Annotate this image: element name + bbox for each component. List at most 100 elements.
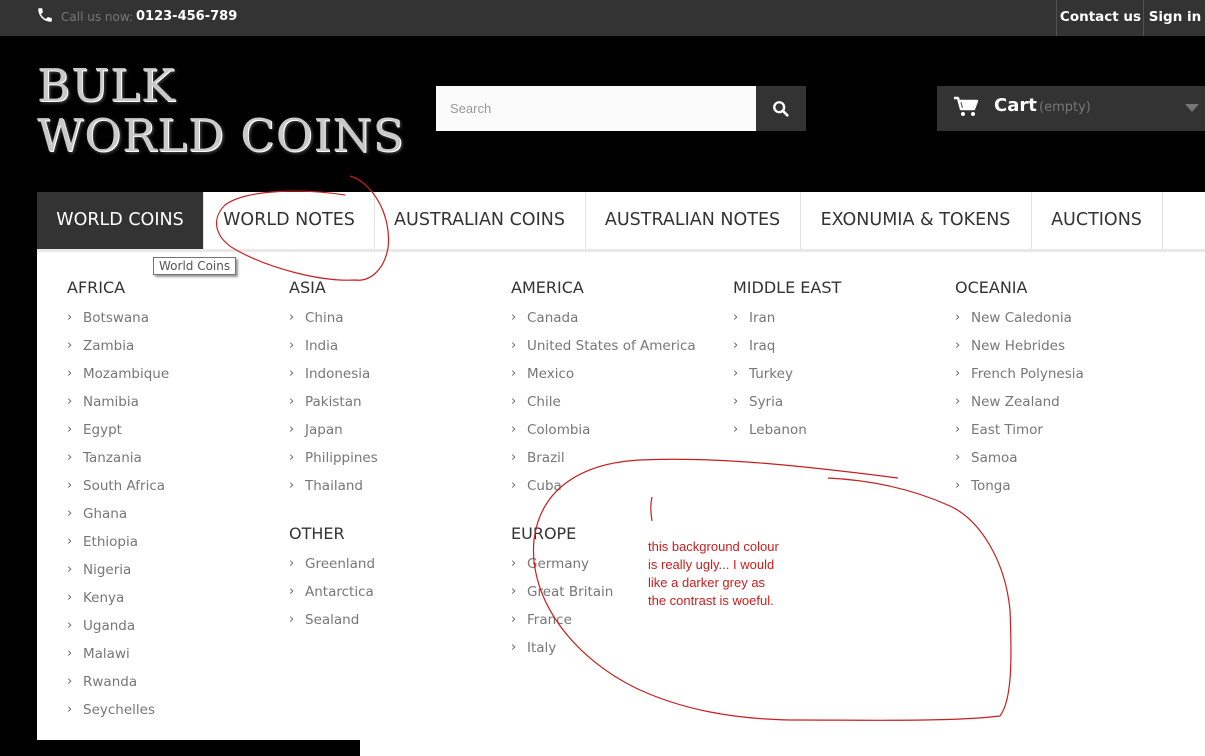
chevron-right-icon: › xyxy=(955,422,961,437)
category-link[interactable]: › Rwanda xyxy=(67,668,169,696)
america-list: › Canada › United States of America › Mexico ›… xyxy=(511,304,696,500)
category-link-label: Brazil xyxy=(527,450,565,466)
chevron-right-icon: › xyxy=(289,556,295,571)
category-link[interactable]: › South Africa xyxy=(67,472,169,500)
search-button[interactable] xyxy=(756,86,806,131)
category-link[interactable]: › Philippines xyxy=(289,444,378,472)
search-input[interactable] xyxy=(436,86,756,131)
chevron-right-icon: › xyxy=(67,534,73,549)
category-link[interactable]: › France xyxy=(511,606,613,634)
category-link[interactable]: › Tonga xyxy=(955,472,1084,500)
category-link[interactable]: › United States of America xyxy=(511,332,696,360)
chevron-right-icon: › xyxy=(67,702,73,717)
category-link[interactable]: › Pakistan xyxy=(289,388,378,416)
category-link[interactable]: › Indonesia xyxy=(289,360,378,388)
category-link[interactable]: › Thailand xyxy=(289,472,378,500)
category-link[interactable]: › French Polynesia xyxy=(955,360,1084,388)
chevron-right-icon: › xyxy=(289,450,295,465)
category-link[interactable]: › Zambia xyxy=(67,332,169,360)
nav-exonumia-tokens[interactable]: EXONUMIA & TOKENS xyxy=(800,192,1032,249)
category-link[interactable]: › Mozambique xyxy=(67,360,169,388)
category-link[interactable]: › New Zealand xyxy=(955,388,1084,416)
category-link[interactable]: › Mexico xyxy=(511,360,696,388)
category-link[interactable]: › Great Britain xyxy=(511,578,613,606)
category-link[interactable]: › Iran xyxy=(733,304,807,332)
chevron-right-icon: › xyxy=(289,584,295,599)
category-link[interactable]: › Egypt xyxy=(67,416,169,444)
category-link[interactable]: › Iraq xyxy=(733,332,807,360)
category-title-america[interactable]: AMERICA xyxy=(511,278,584,297)
category-link[interactable]: › India xyxy=(289,332,378,360)
category-link[interactable]: › Lebanon xyxy=(733,416,807,444)
category-link-label: East Timor xyxy=(971,422,1043,438)
nav-australian-coins[interactable]: AUSTRALIAN COINS xyxy=(374,192,586,249)
category-link[interactable]: › Namibia xyxy=(67,388,169,416)
chevron-right-icon: › xyxy=(511,422,517,437)
nav-australian-notes[interactable]: AUSTRALIAN NOTES xyxy=(585,192,801,249)
category-link-label: Indonesia xyxy=(305,366,371,382)
category-link[interactable]: › Kenya xyxy=(67,584,169,612)
category-link[interactable]: › Cuba xyxy=(511,472,696,500)
chevron-right-icon: › xyxy=(289,478,295,493)
top-bar: Call us now: 0123-456-789 Contact us Sig… xyxy=(0,0,1205,36)
category-link[interactable]: › Ghana xyxy=(67,500,169,528)
category-title-europe[interactable]: EUROPE xyxy=(511,524,576,543)
category-title-africa[interactable]: AFRICA xyxy=(67,278,125,297)
category-link[interactable]: › New Hebrides xyxy=(955,332,1084,360)
category-link[interactable]: › Seychelles xyxy=(67,696,169,724)
category-link[interactable]: › Uganda xyxy=(67,612,169,640)
category-link[interactable]: › Samoa xyxy=(955,444,1084,472)
category-link-label: Thailand xyxy=(305,478,363,494)
logo-line-1: BULK xyxy=(37,59,176,112)
category-link[interactable]: › Greenland xyxy=(289,550,375,578)
category-link[interactable]: › Canada xyxy=(511,304,696,332)
category-link-label: French Polynesia xyxy=(971,366,1084,382)
category-link[interactable]: › Ethiopia xyxy=(67,528,169,556)
category-link[interactable]: › Colombia xyxy=(511,416,696,444)
category-link-label: Egypt xyxy=(83,422,122,438)
chevron-right-icon: › xyxy=(67,506,73,521)
category-link[interactable]: › East Timor xyxy=(955,416,1084,444)
category-link[interactable]: › Syria xyxy=(733,388,807,416)
category-link[interactable]: › Antarctica xyxy=(289,578,375,606)
chevron-right-icon: › xyxy=(67,394,73,409)
chevron-right-icon: › xyxy=(511,556,517,571)
category-link[interactable]: › Sealand xyxy=(289,606,375,634)
annotation-line: this background colour xyxy=(648,539,779,554)
cart-button[interactable]: Cart (empty) xyxy=(937,86,1205,131)
category-link[interactable]: › Tanzania xyxy=(67,444,169,472)
contact-us-link[interactable]: Contact us xyxy=(1056,0,1144,36)
category-link-label: New Hebrides xyxy=(971,338,1065,354)
nav-world-notes[interactable]: WORLD NOTES xyxy=(204,192,375,249)
category-link[interactable]: › New Caledonia xyxy=(955,304,1084,332)
main-nav: WORLD COINS WORLD NOTES AUSTRALIAN COINS… xyxy=(37,192,1205,252)
phone-number: 0123-456-789 xyxy=(136,9,238,24)
category-link[interactable]: › Germany xyxy=(511,550,613,578)
category-link[interactable]: › Malawi xyxy=(67,640,169,668)
category-link-label: Chile xyxy=(527,394,561,410)
category-link[interactable]: › Brazil xyxy=(511,444,696,472)
middle-east-list: › Iran › Iraq › Turkey › Syria › Lebanon xyxy=(733,304,807,444)
category-title-middle-east[interactable]: MIDDLE EAST xyxy=(733,278,841,297)
category-link[interactable]: › Italy xyxy=(511,634,613,662)
sign-in-link[interactable]: Sign in xyxy=(1143,0,1205,36)
category-title-oceania[interactable]: OCEANIA xyxy=(955,278,1027,297)
category-link-label: Canada xyxy=(527,310,579,326)
category-link[interactable]: › Chile xyxy=(511,388,696,416)
chevron-right-icon: › xyxy=(289,338,295,353)
category-title-other[interactable]: OTHER xyxy=(289,524,345,543)
category-title-asia[interactable]: ASIA xyxy=(289,278,326,297)
category-link[interactable]: › Turkey xyxy=(733,360,807,388)
nav-world-coins[interactable]: WORLD COINS xyxy=(37,192,204,249)
cart-status: (empty) xyxy=(1039,100,1091,115)
annotation-line: the contrast is woeful. xyxy=(648,593,774,608)
category-link[interactable]: › Botswana xyxy=(67,304,169,332)
chevron-right-icon: › xyxy=(67,674,73,689)
nav-auctions[interactable]: AUCTIONS xyxy=(1031,192,1163,249)
category-link[interactable]: › China xyxy=(289,304,378,332)
category-link[interactable]: › Nigeria xyxy=(67,556,169,584)
chevron-right-icon: › xyxy=(67,338,73,353)
category-link[interactable]: › Japan xyxy=(289,416,378,444)
other-list: › Greenland › Antarctica › Sealand xyxy=(289,550,375,634)
oceania-list: › New Caledonia › New Hebrides › French Polyn… xyxy=(955,304,1084,500)
